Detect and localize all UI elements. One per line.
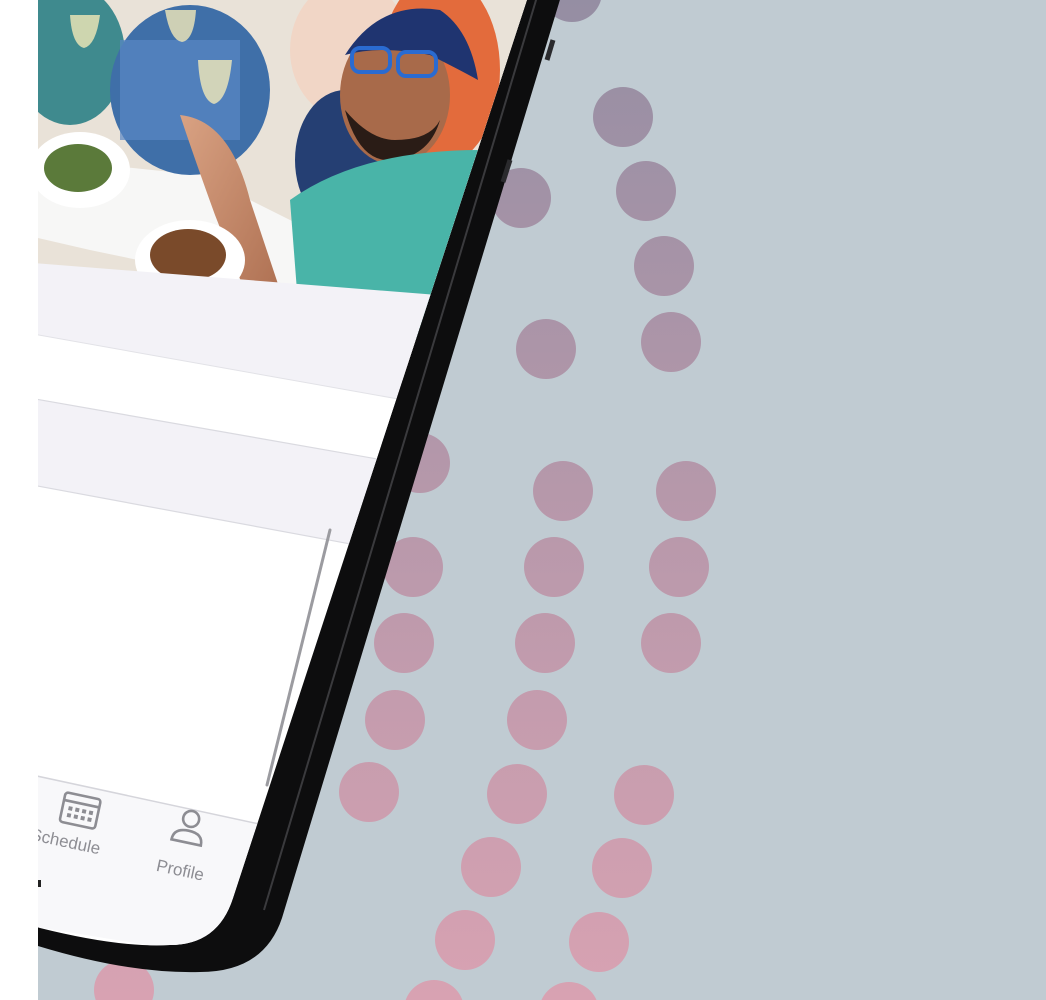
phone-mockup: Schedule Profile: [0, 0, 560, 973]
marketing-banner: Schedule Profile: [0, 0, 1046, 1000]
left-margin: [0, 0, 38, 1000]
